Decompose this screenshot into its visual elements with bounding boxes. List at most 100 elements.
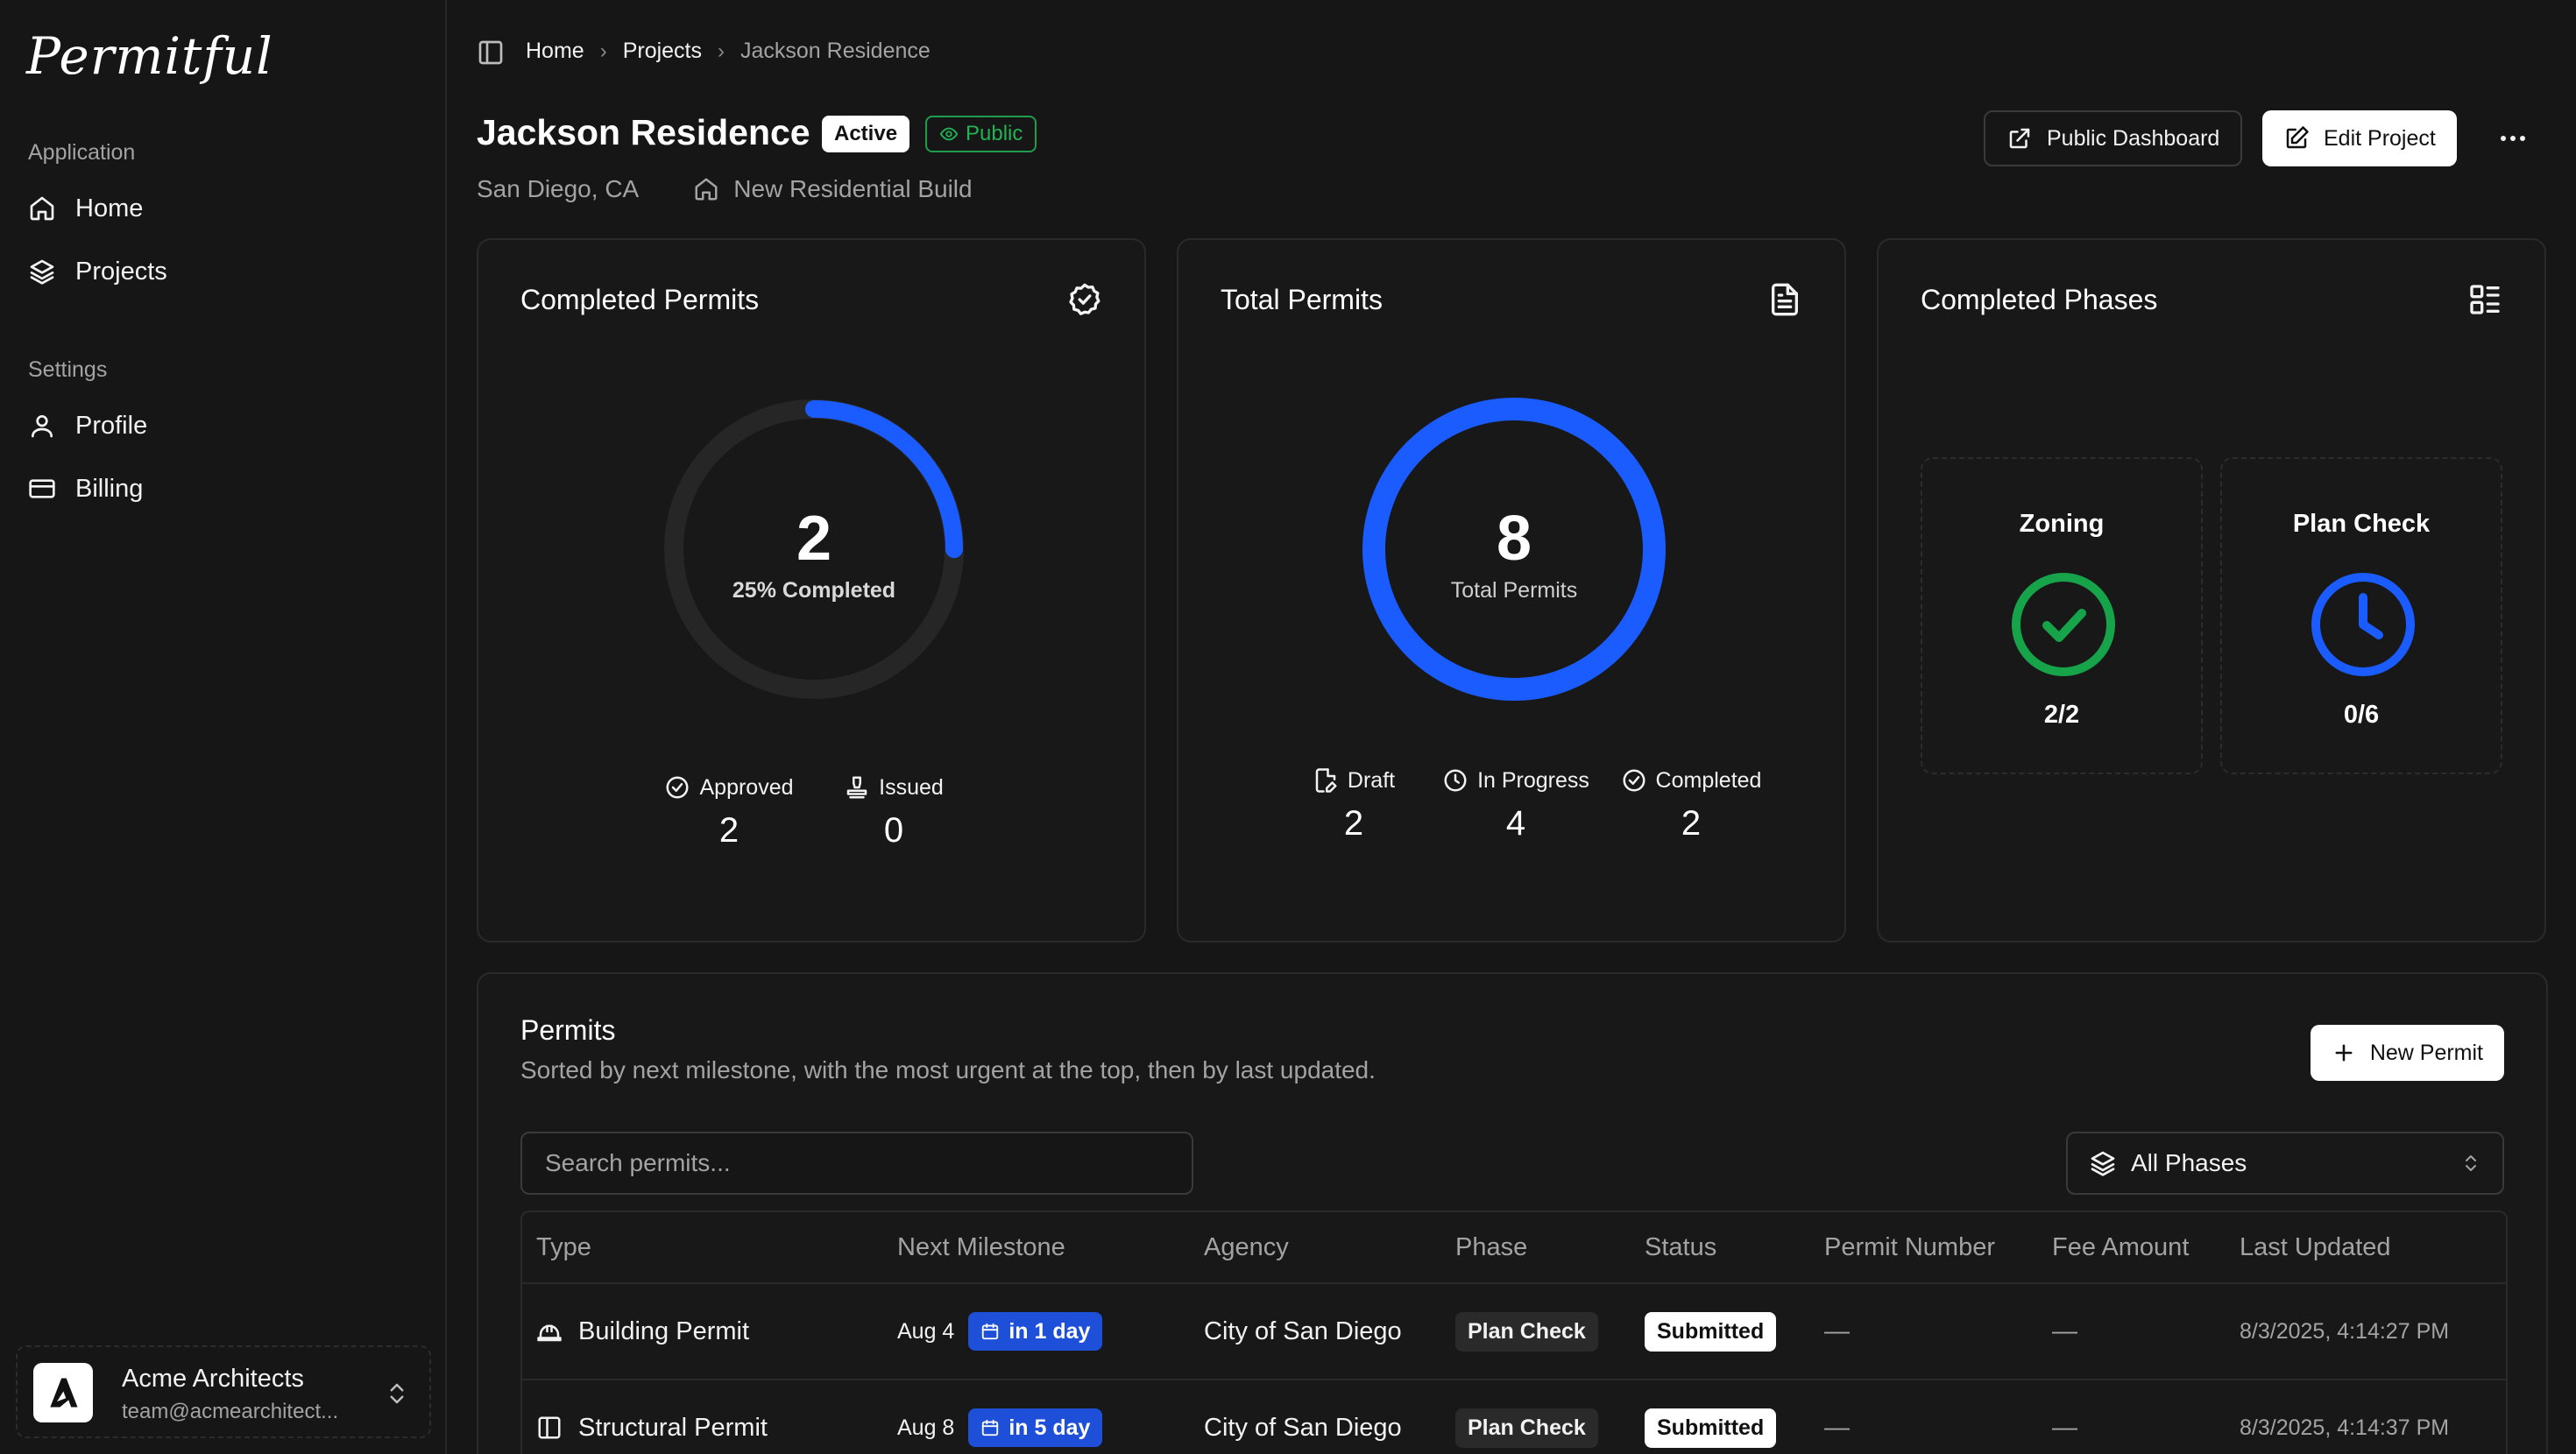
phase-filter-select[interactable]: All Phases [2066,1132,2504,1195]
column-header-phase[interactable]: Phase [1455,1233,1645,1262]
edit-icon [2286,126,2309,149]
file-pen-icon [1315,768,1337,793]
completed-permits-value: 2 [796,504,832,574]
column-header-type[interactable]: Type [522,1233,897,1262]
status-badge: Submitted [1645,1311,1777,1352]
stamp-icon [846,776,867,799]
eye-icon [939,127,959,141]
column-header-agency[interactable]: Agency [1204,1233,1455,1262]
sidebar-toggle-icon[interactable] [477,39,505,67]
home-icon [30,196,54,221]
sidebar-item-profile[interactable]: Profile [26,401,421,450]
cell-last-updated: 8/3/2025, 4:14:27 PM [2240,1318,2450,1344]
cell-next-milestone: Aug 8 in 5 day [897,1408,1204,1447]
sidebar-item-label: Projects [75,257,167,286]
status-badge: Submitted [1645,1408,1777,1448]
total-permits-value: 8 [1496,504,1532,574]
milestone-due-text: in 5 day [1008,1415,1091,1440]
column-header-permit-number[interactable]: Permit Number [1824,1233,2052,1262]
project-location: San Diego, CA [477,175,640,202]
sidebar-item-home[interactable]: Home [26,184,421,233]
cell-agency: City of San Diego [1204,1413,1402,1442]
chevron-up-down-icon [390,1383,404,1404]
search-input[interactable] [520,1132,1193,1195]
phase-filter-value: All Phases [2131,1149,2247,1176]
chevron-right-icon: › [718,39,725,63]
breadcrumb-home[interactable]: Home [526,39,584,64]
cell-permit-number: — [1824,1413,1850,1442]
stat-completed: Completed 2 [1608,767,1774,843]
user-icon [32,415,53,438]
more-options-button[interactable] [2490,119,2536,158]
clock-icon [1444,769,1467,792]
cell-agency: City of San Diego [1204,1316,1402,1345]
account-switcher[interactable]: Acme Architects team@acmearchitect... [16,1345,431,1438]
layout-list-icon [2470,285,2500,314]
chevron-right-icon: › [599,39,607,63]
completed-permits-card: Completed Permits 2 25% Completed Approv… [477,238,1146,942]
clock-icon [2311,573,2415,676]
edit-project-button[interactable]: Edit Project [2262,110,2457,166]
table-row[interactable]: Building Permit Aug 4 in 1 day City of S… [522,1282,2506,1379]
new-permit-button[interactable]: New Permit [2310,1025,2504,1081]
sidebar-item-projects[interactable]: Projects [26,247,421,296]
permit-type[interactable]: Building Permit [578,1317,749,1346]
house-icon [695,178,718,201]
cell-phase: Plan Check [1455,1311,1645,1352]
circle-check-icon [666,776,689,799]
columns-icon [538,1416,561,1439]
table-row[interactable]: Structural Permit Aug 8 in 5 day City of… [522,1379,2506,1454]
breadcrumb: Home › Projects › Jackson Residence [526,39,931,64]
cell-next-milestone: Aug 4 in 1 day [897,1312,1204,1351]
total-permits-card: Total Permits 8 Total Permits Draft 2 In… [1177,238,1846,942]
plus-icon [2335,1044,2353,1062]
more-dot [2510,136,2516,141]
column-header-next-milestone[interactable]: Next Milestone [897,1233,1204,1262]
table-header-row: Type Next Milestone Agency Phase Status … [522,1212,2506,1282]
phase-card-zoning[interactable]: Zoning 2/2 [1921,457,2203,774]
stat-draft: Draft 2 [1284,767,1424,843]
stat-label: Completed [1655,767,1762,793]
more-dot [2501,136,2506,141]
external-link-icon [2009,128,2030,149]
phase-card-plan-check[interactable]: Plan Check 0/6 [2220,457,2502,774]
breadcrumb-projects[interactable]: Projects [623,39,702,64]
circle-check-icon [1623,769,1645,792]
breadcrumb-current: Jackson Residence [740,39,931,63]
cell-permit-number: — [1824,1316,1850,1345]
new-permit-label: New Permit [2369,1040,2483,1065]
permits-panel: Permits Sorted by next milestone, with t… [477,972,2548,1454]
company-logo-icon [50,1378,78,1408]
column-header-last-updated[interactable]: Last Updated [2240,1233,2506,1262]
app-logo[interactable]: Permitful [26,26,273,86]
page-title: Jackson Residence [477,112,810,152]
milestone-due-text: in 1 day [1008,1318,1091,1344]
visibility-label: Public [966,122,1023,145]
phase-badge: Plan Check [1455,1408,1598,1448]
public-dashboard-button[interactable]: Public Dashboard [1984,110,2243,166]
nav-group-settings: Settings [28,357,108,382]
sidebar-item-label: Home [75,194,144,222]
phase-badge: Plan Check [1455,1311,1598,1352]
calendar-icon [982,1323,999,1340]
phase-name: Zoning [2019,510,2105,538]
public-dashboard-label: Public Dashboard [2047,125,2220,151]
column-header-status[interactable]: Status [1645,1233,1824,1262]
cell-status: Submitted [1645,1311,1824,1352]
cell-status: Submitted [1645,1408,1824,1448]
more-dot [2520,136,2525,141]
check-circle-icon [2012,573,2115,676]
completed-phases-card: Completed Phases Zoning 2/2 Plan Check 0… [1877,238,2546,942]
stat-label: Issued [879,774,944,800]
column-header-fee-amount[interactable]: Fee Amount [2052,1233,2240,1262]
card-title: Total Permits [1221,284,1383,315]
sidebar-item-billing[interactable]: Billing [26,464,421,513]
account-avatar [33,1363,93,1422]
total-permits-label: Total Permits [1450,578,1578,603]
project-meta: San Diego, CA New Residential Build [477,175,973,203]
permit-type[interactable]: Structural Permit [578,1414,768,1443]
file-text-icon [1772,283,1798,316]
stat-value: 0 [883,811,904,850]
cell-last-updated: 8/3/2025, 4:14:37 PM [2240,1415,2450,1440]
sidebar: Permitful Application Home Projects Sett… [0,0,447,1454]
